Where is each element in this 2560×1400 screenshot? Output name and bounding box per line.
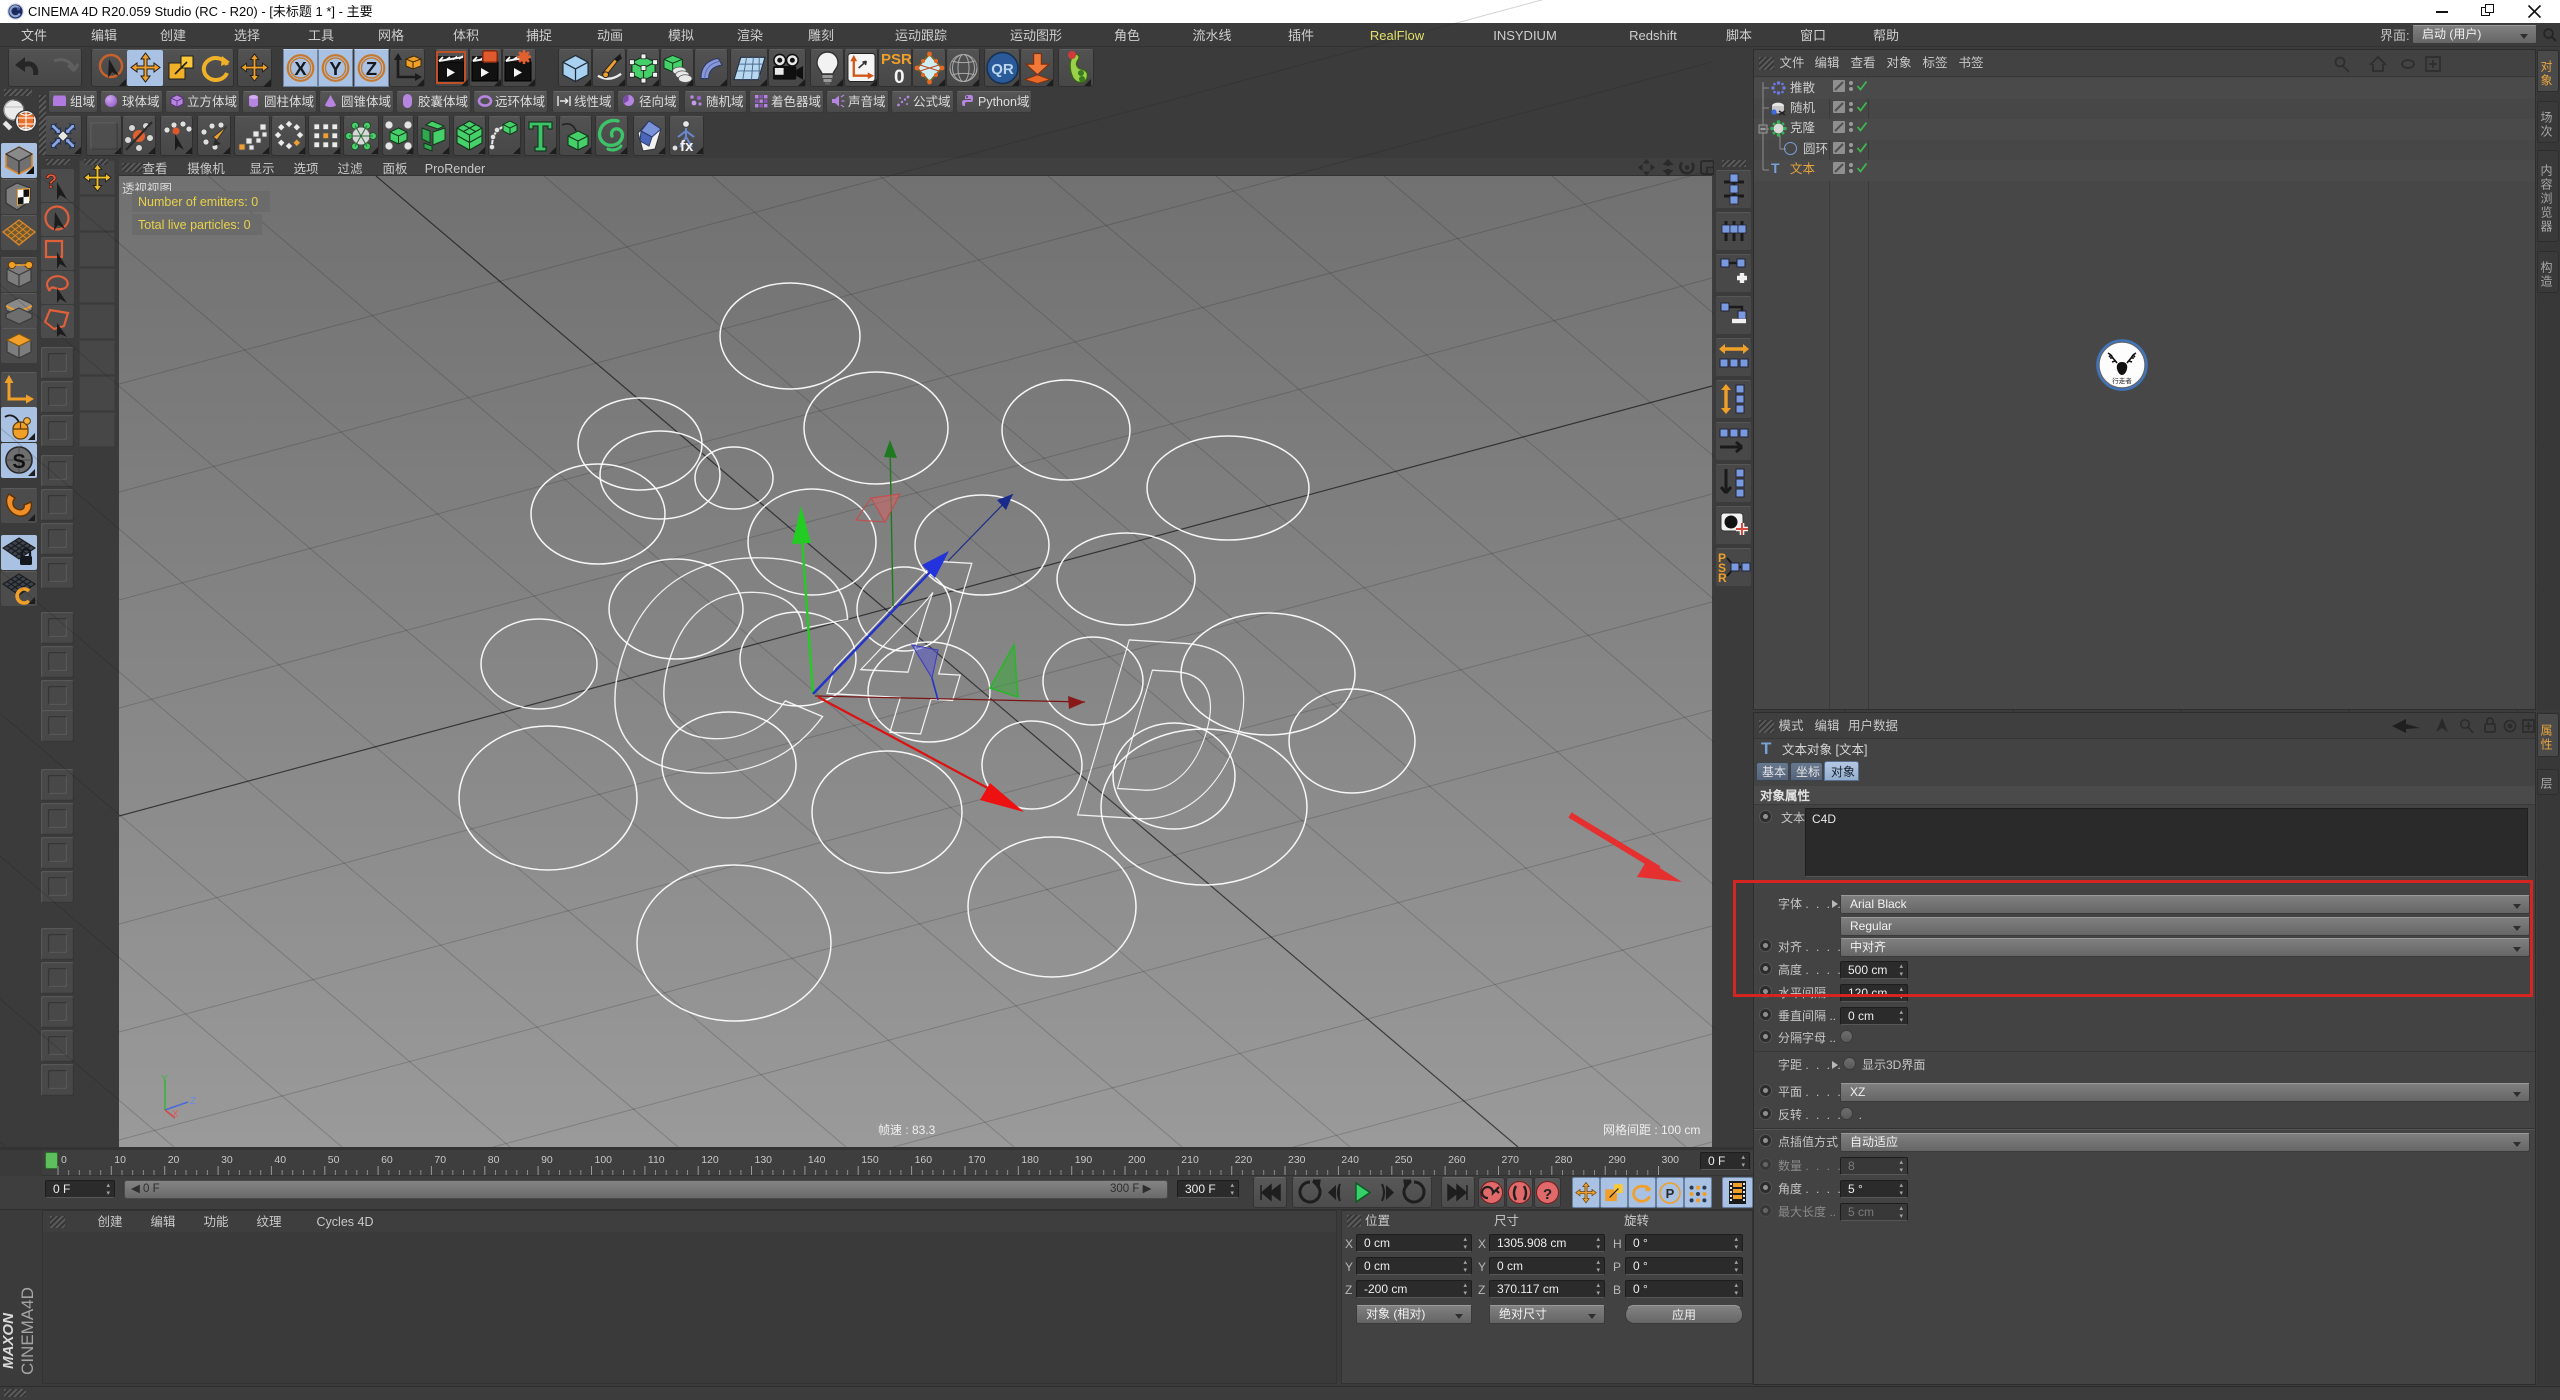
svg-text:270: 270	[1502, 1154, 1520, 1166]
svg-text:280: 280	[1555, 1154, 1573, 1166]
svg-text:210: 210	[1181, 1154, 1199, 1166]
svg-text:X: X	[294, 58, 307, 79]
svg-text:0: 0	[894, 67, 905, 88]
svg-text:110: 110	[648, 1154, 665, 1166]
svg-text:Z: Z	[365, 58, 376, 79]
svg-text:S: S	[12, 451, 25, 473]
svg-text:230: 230	[1288, 1154, 1306, 1166]
svg-text:fx: fx	[680, 138, 694, 155]
svg-text:90: 90	[541, 1154, 553, 1166]
svg-text:300: 300	[1662, 1154, 1680, 1166]
svg-text:R: R	[1718, 571, 1727, 585]
svg-text:220: 220	[1235, 1154, 1253, 1166]
svg-text:100: 100	[595, 1154, 613, 1166]
svg-text:0: 0	[61, 1154, 67, 1166]
svg-text:P: P	[1666, 1186, 1675, 1201]
svg-text:190: 190	[1075, 1154, 1093, 1166]
svg-text:240: 240	[1341, 1154, 1359, 1166]
svg-text:200: 200	[1128, 1154, 1146, 1166]
svg-text:40: 40	[274, 1154, 286, 1166]
svg-text:120: 120	[701, 1154, 719, 1166]
svg-text:10: 10	[114, 1154, 126, 1166]
svg-text:Y: Y	[161, 1074, 168, 1085]
svg-text:260: 260	[1448, 1154, 1466, 1166]
svg-text:170: 170	[968, 1154, 986, 1166]
svg-text:140: 140	[808, 1154, 826, 1166]
svg-text:PSR: PSR	[881, 51, 912, 68]
svg-text:130: 130	[755, 1154, 773, 1166]
svg-text:150: 150	[861, 1154, 879, 1166]
svg-text:180: 180	[1021, 1154, 1039, 1166]
svg-text:290: 290	[1608, 1154, 1626, 1166]
svg-text:?: ?	[1543, 1186, 1552, 1203]
svg-text:70: 70	[434, 1154, 446, 1166]
svg-text:250: 250	[1395, 1154, 1413, 1166]
svg-text:20: 20	[168, 1154, 180, 1166]
svg-text:80: 80	[488, 1154, 500, 1166]
svg-text:30: 30	[221, 1154, 233, 1166]
svg-text:X: X	[172, 1109, 179, 1120]
svg-text:QR: QR	[991, 61, 1014, 78]
svg-text:行走者: 行走者	[2112, 376, 2132, 385]
svg-text:160: 160	[915, 1154, 933, 1166]
svg-text:60: 60	[381, 1154, 393, 1166]
svg-text:50: 50	[328, 1154, 340, 1166]
svg-text:Y: Y	[330, 58, 342, 79]
svg-text:Z: Z	[190, 1096, 196, 1107]
